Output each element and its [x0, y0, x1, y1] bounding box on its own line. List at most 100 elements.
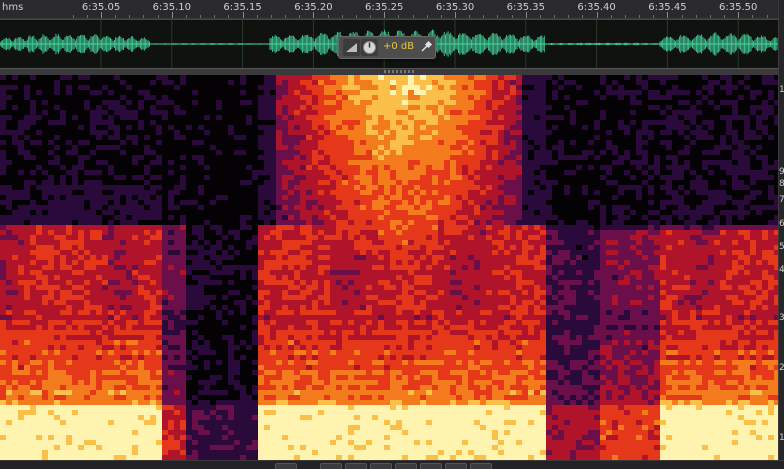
spectrogram-cell — [534, 220, 540, 225]
spectrogram-cell — [252, 75, 258, 80]
spectrogram-cell — [306, 275, 312, 280]
spectrogram-cell — [102, 270, 108, 275]
spectrogram-cell — [294, 315, 300, 320]
spectrogram-cell — [738, 240, 744, 245]
spectrogram-cell — [150, 105, 156, 110]
spectrogram-cell — [354, 305, 360, 310]
spectrogram-cell — [588, 310, 594, 315]
time-ruler[interactable]: hms 6:35.05 6:35.10 6:35.15 6:35.20 6:35.25 6… — [0, 0, 784, 19]
spectrogram-cell — [540, 180, 546, 185]
spectrogram-cell — [312, 235, 318, 240]
spectrogram-cell — [510, 200, 516, 205]
spectrogram-cell — [348, 285, 354, 290]
spectrogram-cell — [180, 255, 186, 260]
gain-hud[interactable]: +0 dB — [338, 36, 436, 59]
spectrogram-cell — [702, 95, 708, 100]
spectrogram-cell — [126, 245, 132, 250]
spectrogram-cell — [738, 100, 744, 105]
spectrogram-cell — [102, 290, 108, 295]
spectrogram-cell — [528, 185, 534, 190]
spectrogram-cell — [768, 250, 774, 255]
spectrogram-cell — [174, 225, 180, 230]
spectrogram-cell — [738, 250, 744, 255]
spectrogram-cell — [558, 275, 564, 280]
spectrogram-cell — [282, 240, 288, 245]
spectrogram-cell — [672, 270, 678, 275]
spectrogram-cell — [612, 240, 618, 245]
spectrogram-cell — [366, 140, 372, 145]
spectrogram-cell — [150, 205, 156, 210]
spectrogram-cell — [114, 185, 120, 190]
spectrogram-cell — [318, 110, 324, 115]
spectrogram-cell — [546, 270, 552, 275]
spectrogram-cell — [378, 155, 384, 160]
spectrogram-cell — [318, 170, 324, 175]
spectrogram-cell — [600, 225, 606, 230]
spectrogram-cell — [384, 90, 390, 95]
spectrogram-cell — [522, 225, 528, 230]
spectrogram-cell — [420, 315, 426, 320]
spectrogram-cell — [732, 140, 738, 145]
spectrogram-cell — [630, 110, 636, 115]
spectrogram-cell — [492, 300, 498, 305]
spectrogram-cell — [312, 85, 318, 90]
spectrogram-cell — [348, 75, 354, 80]
gain-knob-icon[interactable] — [361, 39, 378, 56]
spectrogram-cell — [690, 270, 696, 275]
spectrogram-cell — [204, 240, 210, 245]
spectrogram-cell — [102, 85, 108, 90]
spectrogram-cell — [330, 95, 336, 100]
spectrogram-cell — [42, 195, 48, 200]
spectrogram-cell — [546, 75, 552, 80]
spectrogram-cell — [588, 240, 594, 245]
spectrogram-cell — [12, 275, 18, 280]
spectrogram-cell — [294, 250, 300, 255]
spectrogram-cell — [108, 120, 114, 125]
spectrogram-cell — [576, 235, 582, 240]
volume-ramp-icon[interactable] — [343, 39, 360, 56]
splitter-grip[interactable] — [384, 70, 414, 73]
spectrogram-cell — [462, 265, 468, 270]
spectrogram-cell — [108, 320, 114, 325]
spectrogram-cell — [288, 300, 294, 305]
spectrogram-cell — [0, 85, 6, 90]
spectrogram-cell — [744, 305, 750, 310]
spectrogram-cell — [546, 180, 552, 185]
pin-icon[interactable] — [417, 39, 434, 56]
spectrogram-cell — [588, 290, 594, 295]
spectrogram-cell — [600, 305, 606, 310]
spectrogram-cell — [408, 305, 414, 310]
spectrogram-cell — [540, 225, 546, 230]
spectrogram-cell — [336, 315, 342, 320]
spectrogram-cell — [432, 75, 438, 80]
spectrogram-cell — [654, 265, 660, 270]
spectrogram-cell — [540, 295, 546, 300]
spectrogram-cell — [222, 255, 228, 260]
spectrogram-cell — [474, 130, 480, 135]
spectrogram-cell — [114, 255, 120, 260]
spectrogram-cell — [366, 125, 372, 130]
spectrogram-cell — [510, 95, 516, 100]
spectrogram-cell — [660, 265, 666, 270]
spectrogram-cell — [294, 115, 300, 120]
spectrogram-cell — [696, 175, 702, 180]
spectrogram-cell — [732, 240, 738, 245]
spectrogram-cell — [198, 300, 204, 305]
spectrogram-cell — [486, 310, 492, 315]
spectrogram-cell — [114, 235, 120, 240]
spectrogram-cell — [12, 230, 18, 235]
spectrogram-cell — [204, 280, 210, 285]
spectrogram-cell — [138, 295, 144, 300]
spectrogram-cell — [114, 195, 120, 200]
spectrogram-cell — [138, 190, 144, 195]
spectrogram-cell — [336, 85, 342, 90]
spectrogram-cell — [348, 135, 354, 140]
spectrogram-cell — [276, 240, 282, 245]
spectrogram-cell — [0, 290, 6, 295]
gain-value-readout[interactable]: +0 dB — [383, 41, 414, 52]
spectrogram-cell — [66, 315, 72, 320]
spectrogram-display[interactable] — [0, 75, 778, 460]
spectrogram-cell — [90, 125, 96, 130]
spectrogram-cell — [696, 265, 702, 270]
spectrogram-cell — [378, 125, 384, 130]
